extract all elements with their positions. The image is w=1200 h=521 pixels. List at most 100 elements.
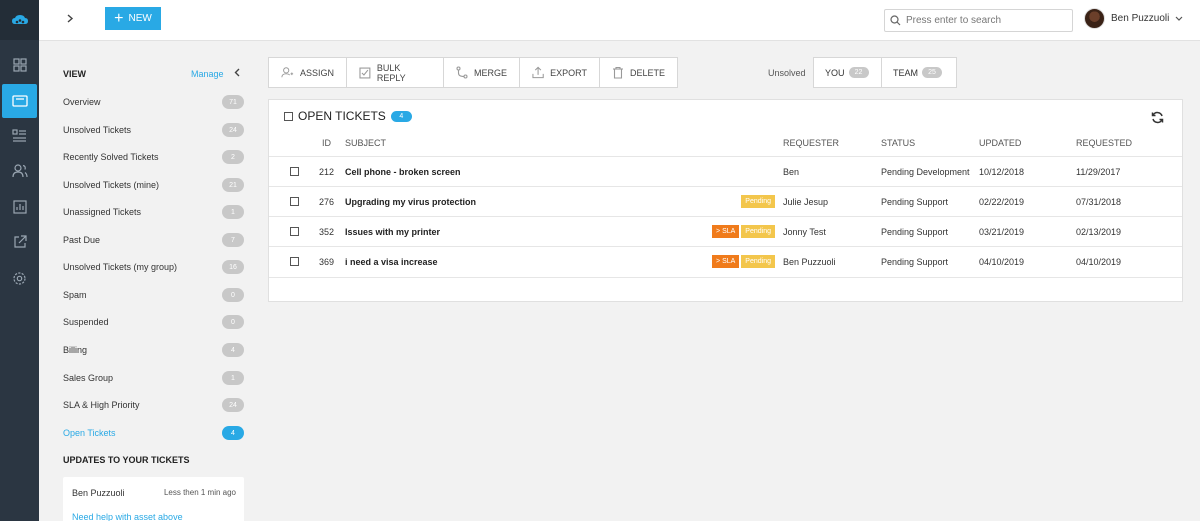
- row-checkbox[interactable]: [290, 197, 299, 206]
- view-item-overview[interactable]: Overview 71: [63, 92, 244, 112]
- view-item-unsolved-mine[interactable]: Unsolved Tickets (mine) 21: [63, 175, 244, 195]
- collapse-chevron-icon[interactable]: [234, 68, 240, 80]
- view-item-unassigned[interactable]: Unassigned Tickets 1: [63, 202, 244, 222]
- table-row[interactable]: 276 Upgrading my virus protection Pendin…: [269, 186, 1182, 216]
- you-label: YOU: [825, 67, 845, 78]
- ticket-id: 352: [319, 227, 335, 237]
- delete-label: DELETE: [629, 67, 665, 78]
- col-header-subject[interactable]: SUBJECT: [345, 138, 386, 148]
- assign-user-icon: [281, 67, 294, 78]
- ticket-updated: 04/10/2019: [979, 257, 1025, 267]
- ticket-updated: 10/12/2018: [979, 167, 1025, 177]
- ticket-requester[interactable]: Jonny Test: [783, 227, 826, 237]
- ticket-requester[interactable]: Ben: [783, 167, 799, 177]
- view-item-label: Suspended: [63, 317, 109, 327]
- col-header-status[interactable]: STATUS: [881, 138, 915, 148]
- col-header-updated[interactable]: UPDATED: [979, 138, 1021, 148]
- view-item-sla-high-priority[interactable]: SLA & High Priority 24: [63, 395, 244, 415]
- view-item-label: SLA & High Priority: [63, 400, 140, 410]
- search-box[interactable]: [884, 9, 1073, 32]
- ticket-id: 212: [319, 167, 335, 177]
- views-panel: VIEW Manage Overview 71 Unsolved Tickets 2…: [39, 41, 261, 521]
- view-item-open-tickets[interactable]: Open Tickets 4: [63, 423, 244, 443]
- avatar: [1084, 8, 1105, 29]
- team-count: 25: [922, 67, 943, 78]
- col-header-requester[interactable]: REQUESTER: [783, 138, 839, 148]
- bulk-reply-button[interactable]: BULK REPLY: [347, 58, 444, 87]
- app-logo[interactable]: [0, 0, 39, 40]
- user-menu[interactable]: Ben Puzzuoli: [1084, 8, 1183, 29]
- ticket-requester[interactable]: Julie Jesup: [783, 197, 828, 207]
- new-button-label: NEW: [128, 13, 152, 24]
- export-button[interactable]: EXPORT: [520, 58, 600, 87]
- refresh-icon[interactable]: [1151, 111, 1164, 127]
- upload-icon: [532, 66, 544, 79]
- user-name: Ben Puzzuoli: [1111, 13, 1170, 24]
- top-bar: + NEW Ben Puzzuoli: [39, 0, 1200, 41]
- settings-gear-icon[interactable]: [0, 261, 39, 295]
- view-item-spam[interactable]: Spam 0: [63, 285, 244, 305]
- ticket-subject[interactable]: Upgrading my virus protection: [345, 197, 476, 207]
- row-checkbox[interactable]: [290, 167, 299, 176]
- view-item-billing[interactable]: Billing 4: [63, 340, 244, 360]
- view-item-count: 4: [222, 343, 244, 357]
- ticket-subject[interactable]: i need a visa increase: [345, 257, 438, 267]
- view-item-label: Sales Group: [63, 373, 114, 383]
- view-item-sales-group[interactable]: Sales Group 1: [63, 368, 244, 388]
- ticket-status: Pending Development: [881, 167, 970, 177]
- row-checkbox[interactable]: [290, 257, 299, 266]
- reports-icon[interactable]: [0, 190, 39, 224]
- table-row[interactable]: 212 Cell phone - broken screen Ben Pendi…: [269, 156, 1182, 186]
- update-message-link[interactable]: Need help with asset above: [72, 512, 183, 521]
- new-button[interactable]: + NEW: [105, 7, 161, 30]
- col-header-requested[interactable]: REQUESTED: [1076, 138, 1132, 148]
- ticket-tags: > SLA Pending: [712, 255, 775, 268]
- view-item-count: 71: [222, 95, 244, 109]
- view-item-count: 16: [222, 260, 244, 274]
- select-all-checkbox[interactable]: [284, 111, 293, 121]
- merge-icon: [456, 66, 468, 79]
- view-item-label: Recently Solved Tickets: [63, 152, 159, 162]
- external-link-icon[interactable]: [0, 225, 39, 259]
- tickets-icon[interactable]: [2, 84, 37, 118]
- search-input[interactable]: [906, 15, 1066, 26]
- ticket-subject[interactable]: Issues with my printer: [345, 227, 440, 237]
- view-item-label: Unsolved Tickets: [63, 125, 132, 135]
- col-header-id[interactable]: ID: [322, 138, 331, 148]
- ticket-subject[interactable]: Cell phone - broken screen: [345, 167, 461, 177]
- view-item-recently-solved[interactable]: Recently Solved Tickets 2: [63, 147, 244, 167]
- view-item-past-due[interactable]: Past Due 7: [63, 230, 244, 250]
- users-icon[interactable]: [0, 154, 39, 188]
- view-item-count: 0: [222, 315, 244, 329]
- view-item-count: 0: [222, 288, 244, 302]
- view-item-suspended[interactable]: Suspended 0: [63, 312, 244, 332]
- list-icon[interactable]: [0, 118, 39, 152]
- you-filter-button[interactable]: YOU 22: [814, 58, 882, 87]
- merge-button[interactable]: MERGE: [444, 58, 520, 87]
- ticket-requested: 04/10/2019: [1076, 257, 1122, 267]
- ticket-id: 276: [319, 197, 335, 207]
- search-icon: [890, 15, 901, 26]
- manage-link[interactable]: Manage: [191, 69, 224, 79]
- view-item-count: 2: [222, 150, 244, 164]
- trash-icon: [612, 66, 623, 79]
- ticket-id: 369: [319, 257, 335, 267]
- ticket-status: Pending Support: [881, 257, 949, 267]
- assign-button[interactable]: ASSIGN: [269, 58, 347, 87]
- ticket-status: Pending Support: [881, 197, 949, 207]
- delete-button[interactable]: DELETE: [600, 58, 677, 87]
- view-item-label: Past Due: [63, 235, 101, 245]
- table-row[interactable]: 352 Issues with my printer > SLA Pending…: [269, 216, 1182, 246]
- team-filter-button[interactable]: TEAM 25: [882, 58, 956, 87]
- dashboard-icon[interactable]: [0, 48, 39, 82]
- expand-chevron-icon[interactable]: [66, 14, 74, 26]
- update-card[interactable]: Ben Puzzuoli Less then 1 min ago Need he…: [63, 477, 244, 521]
- view-item-count: 21: [222, 178, 244, 192]
- ticket-requested: 07/31/2018: [1076, 197, 1122, 207]
- view-item-unsolved-my-group[interactable]: Unsolved Tickets (my group) 16: [63, 257, 244, 277]
- ticket-updated: 02/22/2019: [979, 197, 1025, 207]
- row-checkbox[interactable]: [290, 227, 299, 236]
- view-item-unsolved-tickets[interactable]: Unsolved Tickets 24: [63, 120, 244, 140]
- ticket-requester[interactable]: Ben Puzzuoli: [783, 257, 836, 267]
- table-row[interactable]: 369 i need a visa increase > SLA Pending…: [269, 246, 1182, 276]
